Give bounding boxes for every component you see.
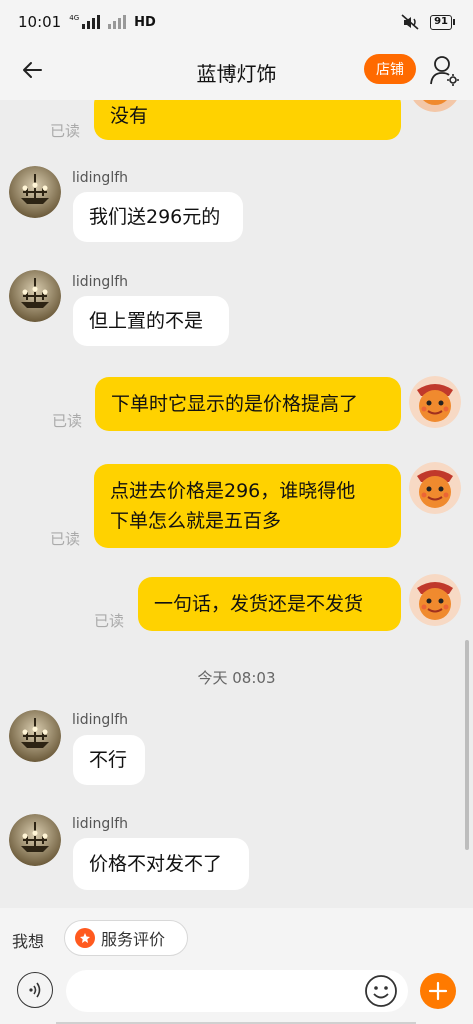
clock: 10:01 — [18, 13, 62, 31]
chat-scrollbar[interactable] — [465, 640, 469, 850]
cartoon-avatar-image — [409, 462, 461, 514]
my-avatar[interactable] — [409, 100, 461, 112]
user-settings-icon — [430, 56, 459, 86]
message-text: 价格不对发不了 — [89, 853, 223, 875]
battery-level: 91 — [430, 14, 452, 30]
message-text: 下单时它显示的是价格提高了 — [111, 393, 359, 415]
signal-2-icon — [108, 15, 127, 29]
shop-button[interactable]: 店铺 — [364, 54, 416, 84]
message-bubble-mine[interactable]: 没有 — [94, 100, 401, 140]
service-rating-chip[interactable]: 服务评价 — [64, 920, 188, 956]
read-receipt: 已读 — [50, 530, 81, 548]
message-text: 我们送296元的 — [89, 206, 221, 228]
service-rating-icon — [75, 928, 95, 948]
contact-avatar[interactable] — [9, 270, 61, 322]
read-receipt: 已读 — [50, 122, 81, 140]
my-avatar[interactable] — [409, 462, 461, 514]
quick-action-bar: 我想 服务评价 — [0, 908, 473, 970]
quick-action-label: 我想 — [12, 932, 45, 951]
read-receipt: 已读 — [94, 612, 125, 630]
message-text-line: 点进去价格是296，谁晓得他 — [110, 480, 356, 502]
timestamp-divider: 今天 08:03 — [197, 669, 276, 687]
my-avatar[interactable] — [409, 574, 461, 626]
message-bubble-theirs[interactable]: 但上置的不是 — [73, 296, 229, 346]
signal-icon: 4G — [69, 14, 101, 29]
contact-avatar[interactable] — [9, 710, 61, 762]
contact-username: lidinglfh — [72, 170, 129, 186]
emoji-button[interactable] — [364, 974, 398, 1008]
network-type: 4G — [69, 14, 80, 22]
more-actions-button[interactable] — [420, 973, 456, 1009]
message-bubble-mine[interactable]: 下单时它显示的是价格提高了 — [95, 377, 401, 431]
service-rating-label: 服务评价 — [101, 930, 166, 949]
read-receipt: 已读 — [52, 412, 83, 430]
input-bar — [0, 970, 473, 1024]
emoji-icon — [365, 975, 397, 1007]
plus-icon — [428, 981, 448, 1001]
voice-icon — [29, 982, 41, 998]
mute-icon — [401, 14, 419, 30]
message-text: 不行 — [89, 749, 128, 771]
contact-username: lidinglfh — [72, 274, 129, 290]
user-settings-button[interactable] — [428, 54, 460, 86]
message-bubble-mine[interactable]: 一句话，发货还是不发货 — [138, 577, 401, 631]
my-avatar-image — [413, 100, 457, 112]
cartoon-avatar-image — [409, 376, 461, 428]
back-button[interactable] — [18, 56, 46, 84]
battery-icon: 91 — [430, 14, 455, 30]
message-bubble-theirs[interactable]: 我们送296元的 — [73, 192, 243, 242]
message-input[interactable] — [66, 970, 408, 1012]
my-avatar[interactable] — [409, 376, 461, 428]
contact-avatar[interactable] — [9, 814, 61, 866]
voice-button[interactable] — [17, 972, 53, 1008]
status-bar: 10:01 4G HD 91 — [0, 0, 473, 44]
hd-indicator: HD — [134, 14, 156, 30]
message-text: 没有 — [110, 105, 149, 127]
chandelier-avatar-image — [9, 814, 61, 866]
cartoon-avatar-image — [409, 574, 461, 626]
message-bubble-theirs[interactable]: 不行 — [73, 735, 145, 785]
chandelier-avatar-image — [9, 166, 61, 218]
contact-username: lidinglfh — [72, 712, 129, 728]
chat-area[interactable]: 没有 已读 lidinglfh 我们送296元的 lidinglfh 但上置的不… — [0, 100, 473, 908]
chandelier-avatar-image — [9, 710, 61, 762]
message-bubble-mine[interactable]: 点进去价格是296，谁晓得他 下单怎么就是五百多 — [94, 464, 401, 548]
chandelier-avatar-image — [9, 270, 61, 322]
message-text: 但上置的不是 — [89, 310, 204, 332]
message-bubble-theirs[interactable]: 价格不对发不了 — [73, 838, 249, 890]
chat-header: 蓝博灯饰 店铺 — [0, 44, 473, 100]
back-arrow-icon — [23, 62, 42, 78]
contact-username: lidinglfh — [72, 816, 129, 832]
contact-avatar[interactable] — [9, 166, 61, 218]
message-text-line: 下单怎么就是五百多 — [110, 510, 282, 532]
message-text: 一句话，发货还是不发货 — [154, 593, 364, 615]
